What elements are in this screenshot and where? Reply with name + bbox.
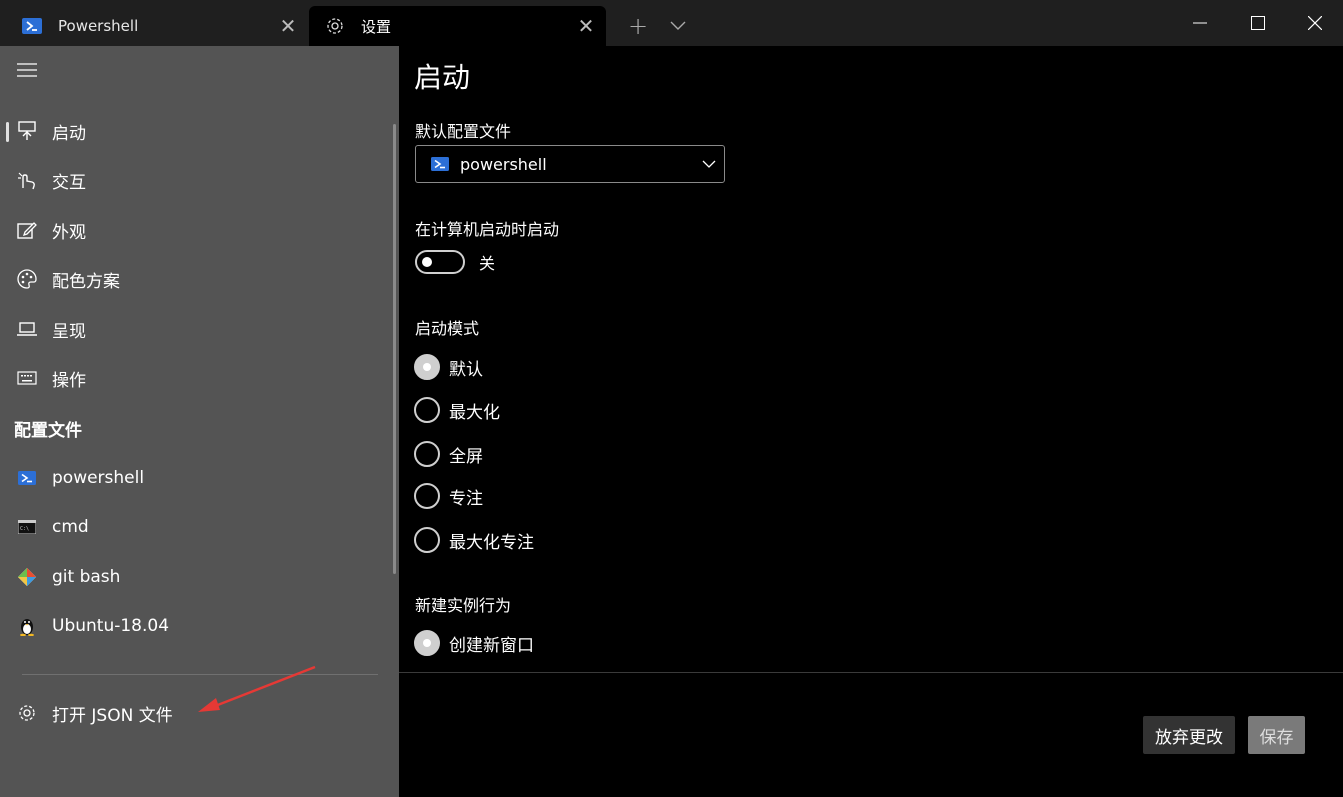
sidebar-item-interaction[interactable]: 交互 xyxy=(0,158,390,202)
cmd-icon: C:\ xyxy=(16,516,38,538)
pointer-hand-icon xyxy=(16,169,38,191)
sidebar-item-profile-ubuntu[interactable]: Ubuntu-18.04 xyxy=(0,604,390,648)
launch-mode-label: 启动模式 xyxy=(415,319,480,338)
sidebar-item-profile-cmd[interactable]: C:\ cmd xyxy=(0,505,390,549)
launch-mode-default-radio[interactable]: 默认 xyxy=(414,354,483,380)
sidebar-item-label: 操作 xyxy=(52,370,86,391)
new-instance-label: 新建实例行为 xyxy=(415,596,512,615)
launch-on-startup-label: 在计算机启动时启动 xyxy=(415,220,560,239)
sidebar-item-label: 启动 xyxy=(52,123,86,144)
gear-icon xyxy=(323,14,347,38)
launch-mode-maximized-focus-radio[interactable]: 最大化专注 xyxy=(414,527,534,553)
launch-on-startup-row: 关 xyxy=(415,250,495,274)
discard-changes-button[interactable]: 放弃更改 xyxy=(1143,716,1235,754)
tab-settings[interactable]: 设置 ✕ xyxy=(309,6,606,46)
sidebar-item-label: powershell xyxy=(52,468,145,488)
powershell-icon xyxy=(20,14,44,38)
sidebar-item-label: cmd xyxy=(52,517,89,537)
chevron-down-icon[interactable] xyxy=(660,8,696,44)
default-profile-label: 默认配置文件 xyxy=(415,122,512,141)
launch-mode-maximized-radio[interactable]: 最大化 xyxy=(414,397,500,423)
close-icon[interactable]: ✕ xyxy=(268,6,308,46)
radio-label: 创建新窗口 xyxy=(449,635,534,656)
powershell-icon xyxy=(430,154,450,174)
minimize-button[interactable] xyxy=(1171,0,1229,46)
radio-label: 最大化专注 xyxy=(449,532,534,553)
radio-label: 最大化 xyxy=(449,402,500,423)
sidebar-item-label: git bash xyxy=(52,567,121,587)
maximize-button[interactable] xyxy=(1229,0,1287,46)
annotation-arrow-icon xyxy=(198,665,316,712)
edit-icon xyxy=(16,219,38,241)
default-profile-value: powershell xyxy=(460,154,547,174)
launch-icon xyxy=(16,120,38,142)
sidebar-item-profile-powershell[interactable]: powershell xyxy=(0,456,390,500)
gear-icon xyxy=(16,702,38,724)
sidebar: 启动 交互 外观 配色方案 呈现 操作 配置文件 powershell C:\ … xyxy=(0,46,399,797)
linux-penguin-icon xyxy=(16,615,38,637)
tab-label: Powershell xyxy=(58,17,139,35)
radio-label: 全屏 xyxy=(449,446,483,467)
sidebar-item-appearance[interactable]: 外观 xyxy=(0,208,390,252)
sidebar-item-actions[interactable]: 操作 xyxy=(0,356,390,400)
laptop-icon xyxy=(16,318,38,340)
palette-icon xyxy=(16,268,38,290)
tab-powershell[interactable]: Powershell ✕ xyxy=(6,6,308,46)
sidebar-item-profile-git-bash[interactable]: git bash xyxy=(0,555,390,599)
sidebar-item-launch[interactable]: 启动 xyxy=(0,109,390,153)
new-instance-new-window-radio[interactable]: 创建新窗口 xyxy=(414,630,534,656)
page-title: 启动 xyxy=(414,61,471,94)
sidebar-item-label: 呈现 xyxy=(52,321,86,342)
launch-mode-focus-radio[interactable]: 专注 xyxy=(414,483,483,509)
settings-main: 启动 默认配置文件 powershell 在计算机启动时启动 关 启动模式 默认… xyxy=(399,46,1343,797)
sidebar-item-rendering[interactable]: 呈现 xyxy=(0,307,390,351)
profiles-section-header: 配置文件 xyxy=(14,421,82,441)
window-close-button[interactable] xyxy=(1286,0,1343,46)
keyboard-icon xyxy=(16,367,38,389)
radio-label: 默认 xyxy=(449,359,483,380)
open-json-label: 打开 JSON 文件 xyxy=(52,705,173,726)
launch-mode-fullscreen-radio[interactable]: 全屏 xyxy=(414,441,483,467)
sidebar-item-color-schemes[interactable]: 配色方案 xyxy=(0,257,390,301)
default-profile-dropdown[interactable]: powershell xyxy=(415,145,725,183)
svg-text:C:\: C:\ xyxy=(20,526,29,532)
hamburger-menu-icon[interactable] xyxy=(14,58,40,82)
git-icon xyxy=(16,566,38,588)
sidebar-item-label: Ubuntu-18.04 xyxy=(52,616,170,636)
divider xyxy=(399,672,1343,673)
save-button[interactable]: 保存 xyxy=(1248,716,1305,754)
launch-on-startup-toggle[interactable] xyxy=(415,250,465,274)
chevron-down-icon xyxy=(694,160,724,168)
sidebar-item-label: 交互 xyxy=(52,172,86,193)
tab-label: 设置 xyxy=(361,17,392,36)
radio-label: 专注 xyxy=(449,488,483,509)
sidebar-item-label: 配色方案 xyxy=(52,271,120,292)
powershell-icon xyxy=(16,467,38,489)
close-icon[interactable]: ✕ xyxy=(566,6,606,46)
sidebar-item-label: 外观 xyxy=(52,222,86,243)
toggle-state-label: 关 xyxy=(479,254,496,273)
new-tab-button[interactable]: + xyxy=(620,8,656,44)
title-bar: Powershell ✕ 设置 ✕ + xyxy=(0,0,1343,46)
sidebar-scrollbar[interactable] xyxy=(393,124,396,574)
